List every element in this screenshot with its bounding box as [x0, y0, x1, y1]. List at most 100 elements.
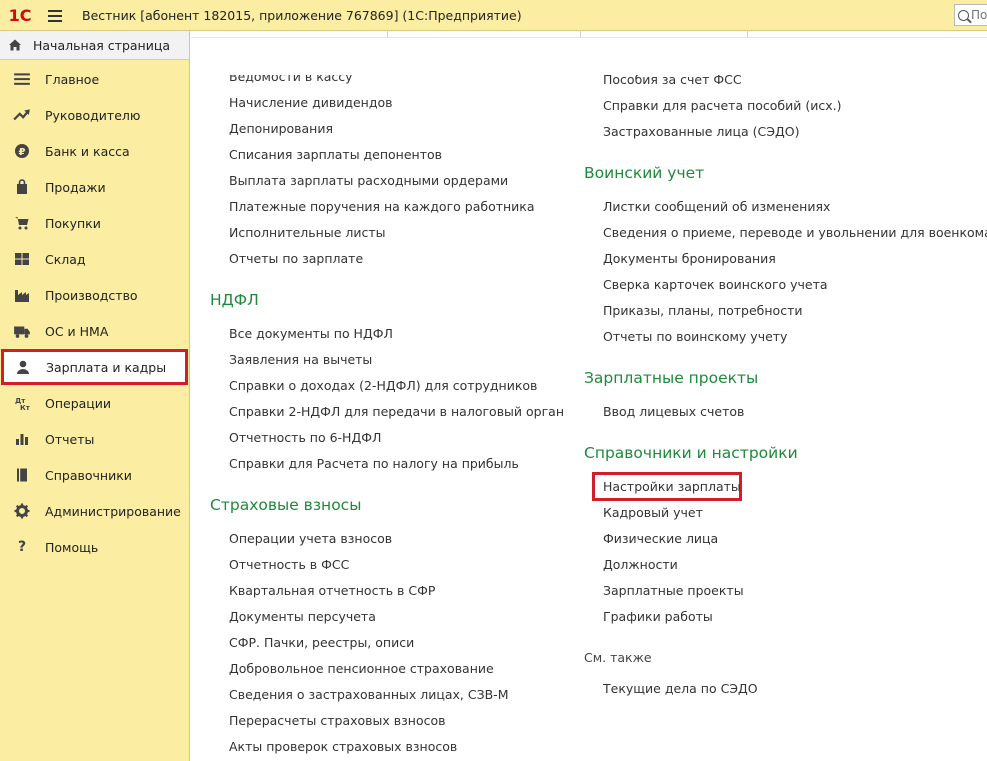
trend-up-icon — [13, 109, 30, 121]
tab[interactable] — [581, 31, 748, 37]
book-icon — [17, 468, 27, 482]
sidebar-item-label: Руководителю — [45, 107, 141, 123]
sidebar-item-production[interactable]: Производство — [0, 277, 190, 313]
factory-icon — [15, 290, 29, 302]
sidebar-item-main[interactable]: Главное — [0, 61, 190, 97]
section-title-insurance: Страховые взносы — [210, 496, 362, 514]
link-contribution-recalc[interactable]: Перерасчеты страховых взносов — [229, 713, 446, 728]
link-salary-projects[interactable]: Зарплатные проекты — [603, 583, 744, 598]
sidebar-item-label: ОС и НМА — [45, 323, 109, 339]
hamburger-icon — [48, 9, 62, 22]
question-icon: ? — [17, 539, 27, 555]
link-deposit-writeoff[interactable]: Списания зарплаты депонентов — [229, 147, 442, 162]
gear-icon — [14, 503, 30, 519]
debit-credit-icon: ДтКт — [15, 397, 31, 411]
sidebar-item-label: Помощь — [45, 539, 99, 555]
link-orders-plans[interactable]: Приказы, планы, потребности — [603, 303, 802, 318]
link-benefit-certificates[interactable]: Справки для расчета пособий (исх.) — [603, 98, 841, 113]
svg-text:₽: ₽ — [19, 147, 26, 158]
sidebar-item-help[interactable]: ? Помощь — [0, 529, 190, 565]
sidebar-item-label: Производство — [45, 287, 138, 303]
link-voluntary-pension[interactable]: Добровольное пенсионное страхование — [229, 661, 494, 676]
link-fss-reporting[interactable]: Отчетность в ФСС — [229, 557, 349, 572]
sidebar-item-warehouse[interactable]: Склад — [0, 241, 190, 277]
tab[interactable] — [388, 31, 581, 37]
home-page-label: Начальная страница — [33, 37, 170, 53]
link-szv-m[interactable]: Сведения о застрахованных лицах, СЗВ-М — [229, 687, 508, 702]
link-6ndfl[interactable]: Отчетность по 6-НДФЛ — [229, 430, 381, 445]
sidebar-item-label: Продажи — [45, 179, 106, 195]
truck-icon — [14, 326, 30, 338]
sidebar-item-label: Главное — [45, 71, 100, 87]
link-cash-statements[interactable]: Ведомости в кассу — [229, 75, 353, 84]
svg-text:Кт: Кт — [20, 404, 31, 411]
menu-lines-icon — [14, 73, 30, 85]
tab[interactable] — [748, 31, 987, 37]
main-menu-button[interactable] — [40, 0, 70, 31]
link-contribution-operations[interactable]: Операции учета взносов — [229, 531, 392, 546]
sidebar-item-label: Покупки — [45, 215, 101, 231]
link-individuals[interactable]: Физические лица — [603, 531, 718, 546]
open-tabs-strip — [191, 31, 987, 38]
link-reservation-docs[interactable]: Документы бронирования — [603, 251, 776, 266]
sidebar-item-administration[interactable]: Администрирование — [0, 493, 190, 529]
link-profit-tax-certificates[interactable]: Справки для Расчета по налогу на прибыль — [229, 456, 519, 471]
sidebar-item-bank[interactable]: ₽ Банк и касса — [0, 133, 190, 169]
link-insured-persons[interactable]: Застрахованные лица (СЭДО) — [603, 124, 799, 139]
title-bar: 1С Вестник [абонент 182015, приложение 7… — [0, 0, 987, 31]
link-work-schedules[interactable]: Графики работы — [603, 609, 713, 624]
link-dividends[interactable]: Начисление дивидендов — [229, 95, 393, 110]
home-icon — [9, 39, 21, 51]
sidebar-item-label: Справочники — [45, 467, 132, 483]
link-military-reports[interactable]: Отчеты по воинскому учету — [603, 329, 787, 344]
link-payment-orders[interactable]: Платежные поручения на каждого работника — [229, 199, 535, 214]
sidebar-item-manager[interactable]: Руководителю — [0, 97, 190, 133]
grid-icon — [15, 253, 29, 265]
link-card-reconciliation[interactable]: Сверка карточек воинского учета — [603, 277, 828, 292]
sidebar-item-reports[interactable]: Отчеты — [0, 421, 190, 457]
section-title-military: Воинский учет — [584, 164, 705, 182]
sidebar-item-purchases[interactable]: Покупки — [0, 205, 190, 241]
link-salary-settings[interactable]: Настройки зарплаты — [603, 479, 741, 494]
sidebar-item-label: Банк и касса — [45, 143, 130, 159]
sidebar-item-fixed-assets[interactable]: ОС и НМА — [0, 313, 190, 349]
section-title-salary-projects: Зарплатные проекты — [584, 369, 759, 387]
link-fss-benefits[interactable]: Пособия за счет ФСС — [603, 75, 742, 87]
link-hr-records[interactable]: Кадровый учет — [603, 505, 703, 520]
section-content: Ведомости в кассу Начисление дивидендов … — [191, 31, 987, 761]
link-salary-reports[interactable]: Отчеты по зарплате — [229, 251, 363, 266]
link-audit-acts[interactable]: Акты проверок страховых взносов — [229, 739, 457, 754]
home-page-item[interactable]: Начальная страница — [0, 31, 189, 60]
link-sedo-current-tasks[interactable]: Текущие дела по СЭДО — [603, 681, 758, 696]
sidebar-item-label: Отчеты — [45, 431, 95, 447]
link-ndfl-all[interactable]: Все документы по НДФЛ — [229, 326, 393, 341]
sidebar-item-label: Операции — [45, 395, 112, 411]
link-deduction-claims[interactable]: Заявления на вычеты — [229, 352, 372, 367]
sections-panel: Начальная страница Главное Руководителю … — [0, 31, 190, 761]
link-2ndfl-tax-office[interactable]: Справки 2-НДФЛ для передачи в налоговый … — [229, 404, 564, 419]
sidebar-item-catalogs[interactable]: Справочники — [0, 457, 190, 493]
link-personal-records[interactable]: Документы персучета — [229, 609, 376, 624]
window-title: Вестник [абонент 182015, приложение 7678… — [82, 7, 522, 23]
link-writs[interactable]: Исполнительные листы — [229, 225, 386, 240]
section-title-ndfl: НДФЛ — [210, 291, 259, 309]
link-sfr-quarterly[interactable]: Квартальная отчетность в СФР — [229, 583, 435, 598]
shopping-bag-icon — [17, 179, 27, 194]
tab[interactable] — [191, 31, 388, 37]
link-sfr-packs[interactable]: СФР. Пачки, реестры, описи — [229, 635, 414, 650]
link-military-office-info[interactable]: Сведения о приеме, переводе и увольнении… — [603, 225, 987, 240]
bar-chart-icon — [16, 434, 28, 445]
search-input[interactable]: По — [954, 4, 987, 26]
link-personal-accounts[interactable]: Ввод лицевых счетов — [603, 404, 744, 419]
search-placeholder: По — [971, 8, 987, 22]
sidebar-item-operations[interactable]: Дт Кт Операции — [0, 385, 190, 421]
link-change-notices[interactable]: Листки сообщений об изменениях — [603, 199, 830, 214]
link-positions[interactable]: Должности — [603, 557, 678, 572]
link-cash-orders-payment[interactable]: Выплата зарплаты расходными ордерами — [229, 173, 508, 188]
sidebar-item-sales[interactable]: Продажи — [0, 169, 190, 205]
app-logo[interactable]: 1С — [0, 0, 40, 31]
link-depositing[interactable]: Депонирования — [229, 121, 333, 136]
sidebar-item-label: Склад — [45, 251, 86, 267]
link-2ndfl-employees[interactable]: Справки о доходах (2-НДФЛ) для сотрудник… — [229, 378, 537, 393]
sidebar-item-salary-hr[interactable]: Зарплата и кадры — [1, 349, 188, 385]
